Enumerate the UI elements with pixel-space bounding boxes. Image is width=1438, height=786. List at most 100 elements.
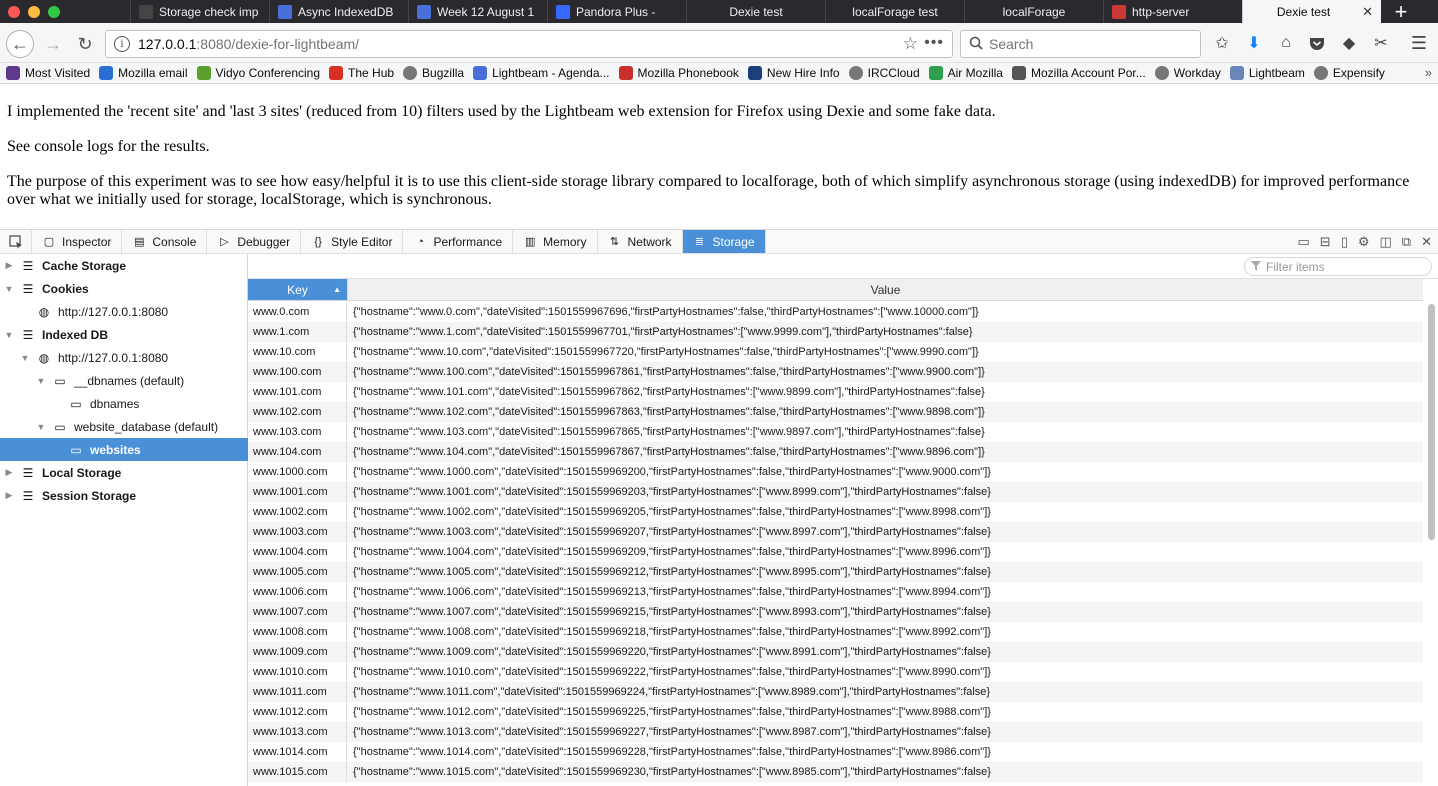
downloads-icon[interactable]: ⬇ [1243,32,1265,54]
tree-node[interactable]: ◍ http://127.0.0.1:8080 [0,300,248,323]
bookmark-item[interactable]: Mozilla Phonebook [618,66,739,80]
bookmark-item[interactable]: Lightbeam - Agenda... [473,66,610,80]
browser-tab[interactable]: Dexie test ✕ [1242,0,1381,23]
devtools-tab[interactable]: ◔ Performance [403,230,514,253]
browser-tab[interactable]: Storage check imp [130,0,269,23]
bookmark-item[interactable]: Expensify [1313,66,1385,80]
table-row[interactable]: www.1013.com {"hostname":"www.1013.com","… [248,722,1423,742]
dock-side-icon[interactable]: ◫ [1380,234,1392,250]
bookmark-item[interactable]: Bugzilla [403,66,464,80]
table-row[interactable]: www.10.com {"hostname":"www.10.com","date… [248,342,1423,362]
bookmark-item[interactable]: Lightbeam [1229,66,1305,80]
close-window-button[interactable] [8,5,20,18]
page-actions-icon[interactable]: ••• [924,34,944,52]
devtools-tab[interactable]: ▥ Memory [513,230,598,253]
site-info-icon[interactable]: i [114,36,130,52]
undock-icon[interactable]: ⧉ [1402,234,1411,250]
table-row[interactable]: www.0.com {"hostname":"www.0.com","dateVi… [248,302,1423,322]
back-button[interactable]: ← [6,30,34,58]
bookmark-item[interactable]: Air Mozilla [928,66,1003,80]
table-row[interactable]: www.1011.com {"hostname":"www.1011.com","… [248,682,1423,702]
tree-node[interactable]: ▭ dbnames [0,392,248,415]
bookmark-item[interactable]: Workday [1154,66,1221,80]
expanded-arrow-icon[interactable]: ▼ [36,376,46,386]
extension-icon[interactable]: ◆ [1338,32,1360,54]
browser-tab[interactable]: Async IndexedDB [269,0,408,23]
table-row[interactable]: www.1003.com {"hostname":"www.1003.com","… [248,522,1423,542]
zoom-window-button[interactable] [48,5,60,18]
table-row[interactable]: www.1007.com {"hostname":"www.1007.com","… [248,602,1423,622]
table-row[interactable]: www.1014.com {"hostname":"www.1014.com","… [248,742,1423,762]
tree-node[interactable]: ▼ ▭ __dbnames (default) [0,369,248,392]
table-row[interactable]: www.1002.com {"hostname":"www.1002.com","… [248,502,1423,522]
browser-tab[interactable]: Pandora Plus - [547,0,686,23]
column-header-value[interactable]: Value [347,279,1423,300]
tree-node[interactable]: ▼ ▭ website_database (default) [0,415,248,438]
table-row[interactable]: www.1005.com {"hostname":"www.1005.com","… [248,562,1423,582]
bookmark-item[interactable]: Mozilla email [99,66,188,80]
tree-node[interactable]: ▶ ☰ Cache Storage [0,254,248,277]
bookmarks-overflow-icon[interactable]: » [1425,65,1432,80]
bookmark-star-icon[interactable]: ☆ [903,34,918,54]
tree-node[interactable]: ▼ ☰ Indexed DB [0,323,248,346]
filter-items-input[interactable]: Filter items [1244,257,1432,276]
expanded-arrow-icon[interactable]: ▼ [4,284,14,294]
tree-node[interactable]: ▶ ☰ Local Storage [0,461,248,484]
close-tab-icon[interactable]: ✕ [1362,4,1373,20]
bookmark-item[interactable]: The Hub [329,66,394,80]
table-scrollbar[interactable] [1426,302,1436,782]
scrollbar-thumb[interactable] [1428,304,1435,540]
table-row[interactable]: www.1012.com {"hostname":"www.1012.com","… [248,702,1423,722]
table-row[interactable]: www.103.com {"hostname":"www.103.com","da… [248,422,1423,442]
table-row[interactable]: www.1010.com {"hostname":"www.1010.com","… [248,662,1423,682]
collapsed-arrow-icon[interactable]: ▶ [4,260,14,271]
browser-tab[interactable]: Week 12 August 1 [408,0,547,23]
url-bar[interactable]: i 127.0.0.1:8080/dexie-for-lightbeam/ ☆ … [105,30,953,58]
table-row[interactable]: www.1004.com {"hostname":"www.1004.com","… [248,542,1423,562]
browser-tab[interactable]: localForage test [825,0,964,23]
browser-tab[interactable]: Dexie test [686,0,825,23]
tree-node[interactable]: ▶ ☰ Session Storage [0,484,248,507]
table-row[interactable]: www.104.com {"hostname":"www.104.com","da… [248,442,1423,462]
devtools-tab[interactable]: ▢ Inspector [32,230,123,253]
search-input[interactable]: Search [960,30,1201,58]
table-row[interactable]: www.1015.com {"hostname":"www.1015.com","… [248,762,1423,782]
table-row[interactable]: www.1.com {"hostname":"www.1.com","dateVi… [248,322,1423,342]
settings-gear-icon[interactable]: ⚙ [1358,234,1370,250]
new-tab-button[interactable]: + [1381,0,1421,24]
devtools-tab[interactable]: ≣ Storage [682,230,766,253]
table-row[interactable]: www.1006.com {"hostname":"www.1006.com","… [248,582,1423,602]
bookmark-item[interactable]: IRCCloud [848,66,920,80]
devtools-tab[interactable]: ▷ Debugger [207,230,302,253]
frame-select-icon[interactable]: ▯ [1341,234,1348,250]
close-devtools-icon[interactable]: ✕ [1421,234,1432,250]
table-row[interactable]: www.1000.com {"hostname":"www.1000.com","… [248,462,1423,482]
table-row[interactable]: www.101.com {"hostname":"www.101.com","da… [248,382,1423,402]
collapsed-arrow-icon[interactable]: ▶ [4,490,14,501]
expanded-arrow-icon[interactable]: ▼ [20,353,30,363]
table-row[interactable]: www.100.com {"hostname":"www.100.com","da… [248,362,1423,382]
library-icon[interactable]: ✩ [1211,32,1233,54]
column-header-key[interactable]: Key ▲ [248,279,347,300]
devtools-tab[interactable]: ⇅ Network [598,230,683,253]
expanded-arrow-icon[interactable]: ▼ [4,330,14,340]
tree-node[interactable]: ▼ ☰ Cookies [0,277,248,300]
responsive-mode-icon[interactable]: ▭ [1297,234,1309,250]
forward-button[interactable]: → [40,31,66,57]
table-row[interactable]: www.102.com {"hostname":"www.102.com","da… [248,402,1423,422]
screenshot-icon[interactable]: ✂ [1370,32,1392,54]
minimize-window-button[interactable] [28,5,40,18]
devtools-tab[interactable]: ▤ Console [122,230,208,253]
bookmark-item[interactable]: Vidyo Conferencing [196,66,320,80]
browser-tab[interactable]: http-server [1103,0,1242,23]
table-row[interactable]: www.1001.com {"hostname":"www.1001.com","… [248,482,1423,502]
tree-node[interactable]: ▼ ◍ http://127.0.0.1:8080 [0,346,248,369]
table-row[interactable]: www.1008.com {"hostname":"www.1008.com","… [248,622,1423,642]
collapsed-arrow-icon[interactable]: ▶ [4,467,14,478]
element-picker-button[interactable] [0,230,32,253]
table-row[interactable]: www.1009.com {"hostname":"www.1009.com","… [248,642,1423,662]
menu-icon[interactable]: ☰ [1408,32,1430,54]
home-icon[interactable]: ⌂ [1275,32,1297,54]
expanded-arrow-icon[interactable]: ▼ [36,422,46,432]
tree-node[interactable]: ▭ websites [0,438,248,461]
